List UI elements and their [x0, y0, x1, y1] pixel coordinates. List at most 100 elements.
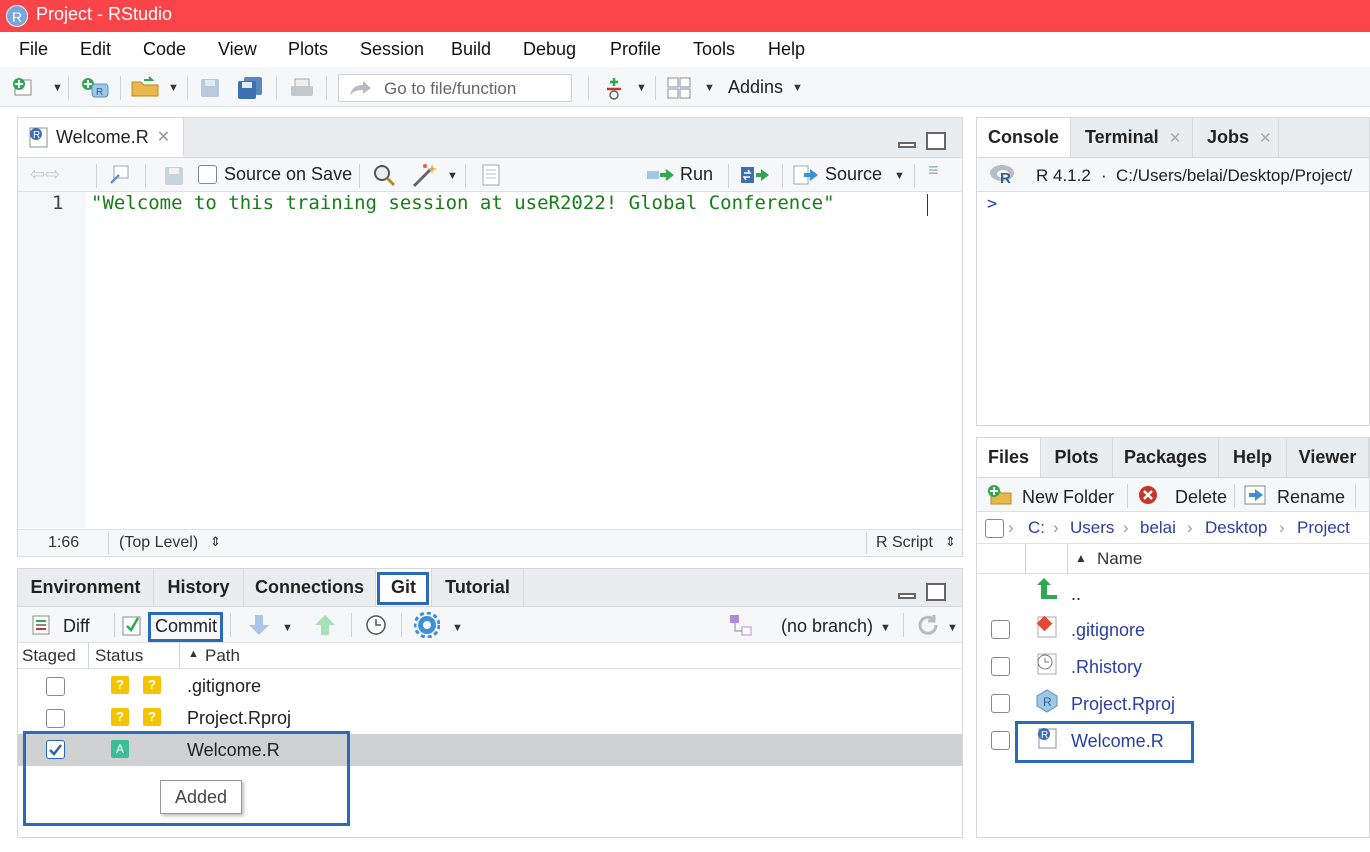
pull-dropdown-icon[interactable]: ▼ — [282, 622, 293, 634]
code-tools-dropdown-icon[interactable]: ▼ — [447, 170, 458, 182]
menu-tools[interactable]: Tools — [693, 39, 735, 60]
settings-dropdown-icon[interactable]: ▼ — [452, 622, 463, 634]
tab-packages[interactable]: Packages — [1113, 438, 1219, 477]
refresh-dropdown-icon[interactable]: ▼ — [947, 622, 958, 634]
tab-tutorial[interactable]: Tutorial — [432, 569, 524, 606]
breadcrumb-project[interactable]: Project — [1297, 518, 1350, 538]
new-file-dropdown-icon[interactable]: ▼ — [52, 82, 63, 94]
tab-terminal[interactable]: Terminal ✕ — [1071, 118, 1193, 157]
tab-jobs[interactable]: Jobs ✕ — [1193, 118, 1279, 157]
column-name[interactable]: Name — [1097, 549, 1142, 569]
maximize-git-pane-icon[interactable] — [926, 583, 946, 601]
show-in-window-icon[interactable] — [108, 164, 132, 186]
source-dropdown-icon[interactable]: ▼ — [894, 170, 905, 182]
stage-checkbox[interactable] — [46, 709, 65, 728]
layout-dropdown-icon[interactable]: ▼ — [704, 82, 715, 94]
source-on-save-checkbox[interactable] — [198, 165, 217, 184]
scope-chevron-icon[interactable]: ⇕ — [210, 534, 221, 550]
tab-help[interactable]: Help — [1219, 438, 1287, 477]
maximize-pane-icon[interactable] — [926, 132, 946, 150]
minimize-pane-icon[interactable] — [898, 142, 916, 148]
branch-selector[interactable]: (no branch) — [781, 616, 873, 637]
diff-button[interactable]: Diff — [63, 616, 90, 637]
menu-debug[interactable]: Debug — [523, 39, 576, 60]
branch-dropdown-icon[interactable]: ▼ — [880, 622, 891, 634]
tab-connections[interactable]: Connections — [244, 569, 376, 606]
working-directory-path[interactable]: C:/Users/belai/Desktop/Project/ — [1116, 166, 1352, 186]
breadcrumb-belai[interactable]: belai — [1140, 518, 1176, 538]
file-link[interactable]: .gitignore — [1071, 620, 1145, 641]
menu-plots[interactable]: Plots — [288, 39, 328, 60]
column-path[interactable]: Path — [205, 646, 240, 666]
pull-arrow-icon[interactable] — [248, 613, 270, 637]
menu-view[interactable]: View — [218, 39, 257, 60]
menu-help[interactable]: Help — [768, 39, 805, 60]
menu-file[interactable]: File — [19, 39, 48, 60]
file-checkbox[interactable] — [991, 694, 1010, 713]
tab-welcome-r[interactable]: R Welcome.R ✕ — [18, 118, 184, 157]
console-output[interactable]: > — [977, 192, 1369, 425]
version-control-icon[interactable] — [603, 76, 625, 100]
list-item[interactable]: .Rhistory — [977, 649, 1369, 685]
tab-viewer[interactable]: Viewer — [1287, 438, 1369, 477]
menu-edit[interactable]: Edit — [80, 39, 111, 60]
code-editor[interactable]: "Welcome to this training session at use… — [86, 192, 962, 528]
new-file-icon[interactable] — [12, 77, 34, 97]
addins-menu[interactable]: Addins — [728, 77, 783, 98]
addins-dropdown-icon[interactable]: ▼ — [792, 82, 803, 94]
breadcrumb-desktop[interactable]: Desktop — [1205, 518, 1267, 538]
list-item[interactable]: .gitignore — [977, 612, 1369, 648]
list-item-parent[interactable]: .. — [977, 574, 1369, 610]
tab-environment[interactable]: Environment — [18, 569, 154, 606]
rename-button[interactable]: Rename — [1277, 487, 1345, 508]
close-terminal-icon[interactable]: ✕ — [1169, 129, 1182, 147]
breadcrumb-users[interactable]: Users — [1070, 518, 1114, 538]
run-button[interactable]: Run — [680, 164, 713, 185]
vcs-dropdown-icon[interactable]: ▼ — [636, 82, 647, 94]
find-replace-icon[interactable] — [372, 163, 398, 187]
menu-session[interactable]: Session — [360, 39, 424, 60]
select-all-checkbox[interactable] — [985, 519, 1004, 538]
file-link[interactable]: Project.Rproj — [1071, 694, 1175, 715]
menu-profile[interactable]: Profile — [610, 39, 661, 60]
outline-icon[interactable]: ≡ — [928, 160, 939, 181]
rerun-icon[interactable] — [740, 165, 770, 185]
file-checkbox[interactable] — [991, 620, 1010, 639]
tab-files[interactable]: Files — [977, 438, 1041, 477]
table-row[interactable]: ? ? Project.Rproj — [18, 702, 962, 734]
file-link[interactable]: .Rhistory — [1071, 657, 1142, 678]
column-staged[interactable]: Staged — [22, 646, 76, 666]
close-tab-icon[interactable]: ✕ — [157, 127, 170, 147]
scope-selector[interactable]: (Top Level) — [119, 534, 198, 552]
tab-console[interactable]: Console — [977, 118, 1071, 157]
open-folder-icon[interactable] — [130, 76, 162, 98]
file-checkbox[interactable] — [991, 731, 1010, 750]
column-status[interactable]: Status — [95, 646, 143, 666]
new-branch-icon[interactable] — [728, 613, 754, 637]
git-settings-gear-icon[interactable] — [414, 612, 440, 638]
table-row[interactable]: ? ? .gitignore — [18, 670, 962, 702]
go-to-file-input[interactable]: Go to file/function — [338, 74, 572, 102]
file-checkbox[interactable] — [991, 657, 1010, 676]
menu-build[interactable]: Build — [451, 39, 491, 60]
source-button[interactable]: Source — [825, 164, 882, 185]
file-type-selector[interactable]: R Script — [876, 534, 933, 552]
tab-history[interactable]: History — [154, 569, 244, 606]
tab-plots[interactable]: Plots — [1041, 438, 1113, 477]
save-file-icon[interactable] — [163, 165, 185, 187]
open-dropdown-icon[interactable]: ▼ — [168, 82, 179, 94]
new-folder-button[interactable]: New Folder — [1022, 487, 1114, 508]
file-type-chevron-icon[interactable]: ⇕ — [945, 534, 956, 550]
code-tools-wand-icon[interactable] — [410, 162, 440, 188]
new-project-icon[interactable]: R — [80, 76, 110, 98]
minimize-git-pane-icon[interactable] — [898, 593, 916, 599]
print-icon[interactable] — [289, 77, 315, 99]
back-arrow-icon[interactable]: ⇦⇨ — [30, 164, 60, 185]
pane-layout-icon[interactable] — [667, 77, 691, 99]
refresh-icon[interactable] — [916, 613, 940, 637]
close-jobs-icon[interactable]: ✕ — [1259, 129, 1272, 147]
history-clock-icon[interactable] — [365, 614, 387, 636]
breadcrumb-drive[interactable]: C: — [1028, 518, 1045, 538]
save-icon[interactable] — [199, 77, 221, 99]
list-item[interactable]: R Project.Rproj — [977, 686, 1369, 722]
